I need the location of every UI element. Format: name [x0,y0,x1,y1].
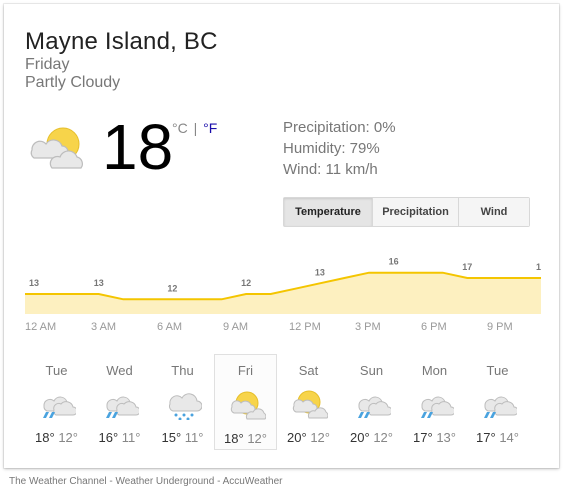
chart-x-label: 3 AM [91,321,116,333]
forecast-temps: 20° 12° [340,430,403,445]
forecast-low: 12° [310,430,330,445]
forecast-day-wed[interactable]: Wed 16° 11° [88,354,151,450]
forecast-high: 15° [161,430,182,445]
forecast-day-mon[interactable]: Mon 17° 13° [403,354,466,450]
location-title: Mayne Island, BC [25,28,218,55]
weather-card: Mayne Island, BC Friday Partly Cloudy 18… [4,4,559,468]
tab-wind[interactable]: Wind [459,198,529,226]
rain-icon [421,396,454,418]
celsius-unit: °C [172,120,188,136]
forecast-day-name: Wed [106,363,133,378]
chart-x-label: 12 AM [25,321,56,333]
chart-value-label: 13 [315,267,325,277]
forecast-day-name: Fri [237,363,254,378]
forecast-temps: 18° 12° [25,430,88,445]
forecast-high: 18° [224,431,244,446]
precipitation-stat: Precipitation: 0% [283,119,396,136]
rain-icon [484,396,517,418]
forecast-high: 16° [98,430,119,445]
chart-value-label: 12 [167,283,177,293]
forecast-temps: 17° 13° [403,430,466,445]
forecast-day-name: Tue [45,363,68,378]
forecast-day-tue[interactable]: Tue 18° 12° [25,354,88,450]
rain-icon [358,396,391,418]
chart-value-label: 12 [241,278,251,288]
forecast-day-thu[interactable]: Thu 15° 11° [151,354,214,450]
forecast-day-name: Sun [359,363,384,378]
forecast-high: 17° [413,430,433,445]
forecast-day-sun[interactable]: Sun 20° 12° [340,354,403,450]
source-attribution: The Weather Channel - Weather Undergroun… [9,476,283,487]
current-condition: Partly Cloudy [25,74,121,91]
chart-value-label: 16 [536,262,541,272]
forecast-low: 11° [184,430,204,445]
forecast-high: 17° [476,430,496,445]
forecast-temps: 16° 11° [88,430,151,445]
chart-x-label: 9 PM [487,321,513,333]
chart-value-label: 17 [462,262,472,272]
chart-x-label: 9 AM [223,321,248,333]
forecast-high: 20° [287,430,307,445]
snow-icon [169,393,202,420]
forecast-low: 12° [58,430,78,445]
forecast-day-tue[interactable]: Tue 17° 14° [466,354,529,450]
chart-x-label: 3 PM [355,321,381,333]
forecast-day-name: Mon [421,363,448,378]
unit-toggle: °C | °F [172,120,217,136]
chart-value-label: 13 [94,278,104,288]
forecast-day-sat[interactable]: Sat 20° 12° [277,354,340,450]
forecast-high: 18° [35,430,55,445]
forecast-day-fri[interactable]: Fri 18° 12° [214,354,277,450]
chart-x-label: 6 AM [157,321,182,333]
partly-cloudy-icon [292,390,328,419]
forecast-low: 14° [499,430,519,445]
chart-value-label: 16 [389,257,399,267]
forecast-day-name: Thu [171,363,194,378]
partly-cloudy-icon [30,127,83,169]
unit-separator: | [193,120,198,136]
forecast-temps: 20° 12° [277,430,340,445]
humidity-stat: Humidity: 79% [283,140,380,157]
forecast-temps: 15° 11° [151,430,214,445]
weather-stats: Precipitation: 0% Humidity: 79% Wind: 11… [283,117,396,180]
wind-stat: Wind: 11 km/h [283,161,378,178]
forecast-temps: 17° 14° [466,430,529,445]
rain-icon [43,396,76,418]
chart-value-label: 13 [29,278,39,288]
forecast-high: 20° [350,430,370,445]
forecast-temps: 18° 12° [215,431,276,446]
current-day: Friday [25,56,70,73]
forecast-day-name: Tue [486,363,509,378]
current-temperature: 18 [102,111,174,183]
tab-temperature[interactable]: Temperature [284,198,373,226]
metric-tabs: Temperature Precipitation Wind [283,197,530,227]
partly-cloudy-icon [230,391,266,420]
tab-precipitation[interactable]: Precipitation [373,198,459,226]
fahrenheit-link[interactable]: °F [203,120,217,136]
forecast-low: 11° [121,430,141,445]
forecast-low: 12° [373,430,393,445]
rain-icon [106,396,139,418]
daily-forecast: Tue 18° 12° Wed 16° 11° Thu 15° 11° Fri 18° 12°… [25,354,529,450]
temperature-chart: 13 13 12 12 13 16 17 16 12 AM 3 AM 6 AM 9 AM 12 PM 3 … [25,257,541,333]
chart-x-label: 6 PM [421,321,447,333]
forecast-low: 13° [436,430,456,445]
forecast-low: 12° [247,431,267,446]
forecast-day-name: Sat [298,363,319,378]
chart-x-label: 12 PM [289,321,321,333]
